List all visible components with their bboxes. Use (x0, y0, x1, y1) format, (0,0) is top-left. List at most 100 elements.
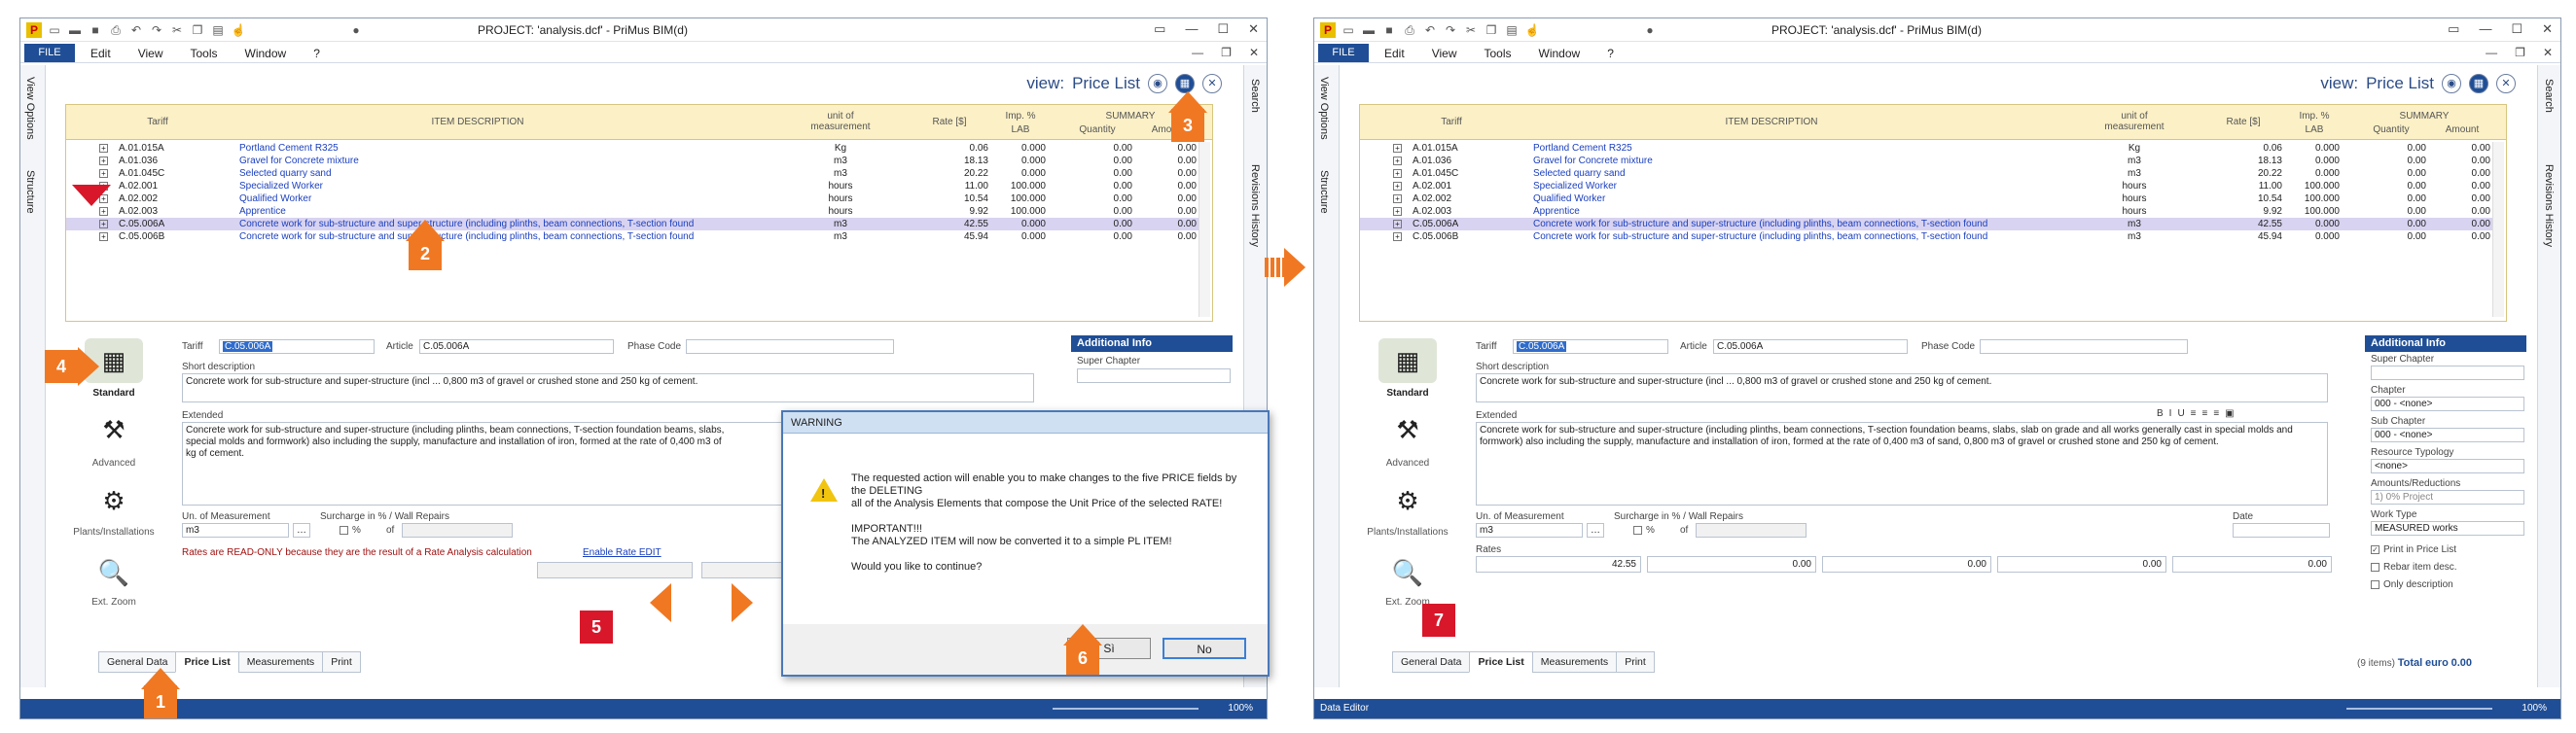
advanced-tools-icon[interactable]: ⚒ (85, 407, 143, 452)
touch-icon-2[interactable]: ☝ (1524, 22, 1540, 38)
col-quantity-2[interactable]: Quantity (2356, 124, 2426, 135)
menu-window[interactable]: Window (245, 47, 287, 60)
table-row[interactable]: + A.02.002 Qualified Worker hours 10.54 100.0… (66, 192, 1199, 205)
surcharge-input[interactable] (402, 523, 513, 538)
table-row[interactable]: + C.05.006A Concrete work for sub-structur… (1360, 218, 2492, 230)
phase-code-input[interactable] (686, 339, 894, 354)
col-description-2[interactable]: ITEM DESCRIPTION (1533, 117, 2010, 127)
tab-structure[interactable]: Structure (24, 170, 36, 214)
ext-zoom-icon[interactable]: 🔍 (85, 550, 143, 595)
short-description-input[interactable]: Concrete work for sub-structure and supe… (182, 373, 1034, 402)
user-icon[interactable]: ● (348, 22, 364, 38)
table-row[interactable]: + C.05.006B Concrete work for sub-structur… (1360, 230, 2492, 243)
file-menu-2[interactable]: FILE (1318, 44, 1369, 62)
menu-help-2[interactable]: ? (1607, 47, 1614, 60)
short-description-input-2[interactable]: Concrete work for sub-structure and supe… (1476, 373, 2328, 402)
cut-icon-2[interactable]: ✂ (1463, 22, 1479, 38)
tab-revisions-history[interactable]: Revisions History (1249, 164, 1261, 247)
print-icon[interactable]: ⎙ (108, 22, 124, 38)
plants-installations-icon-2[interactable]: ⚙ (1378, 478, 1437, 523)
date-input[interactable] (2233, 523, 2330, 538)
undo-icon-2[interactable]: ↶ (1422, 22, 1438, 38)
analysis-view-icon[interactable]: ▦ (1175, 74, 1195, 93)
mdi-close-icon-2[interactable]: ✕ (2543, 46, 2553, 59)
restore-icon[interactable]: ▭ (1154, 21, 1165, 37)
tab-measurements[interactable]: Measurements (237, 651, 324, 673)
eye-icon-2[interactable]: ◉ (2442, 74, 2461, 93)
tab-view-options[interactable]: View Options (24, 77, 36, 140)
redo-icon-2[interactable]: ↷ (1443, 22, 1458, 38)
table-row[interactable]: + A.01.045C Selected quarry sand m3 20.22 0.0… (66, 167, 1199, 180)
menu-view[interactable]: View (138, 47, 163, 60)
format-toolbar[interactable]: BIU≡≡≡▣ (2157, 408, 2240, 419)
col-description[interactable]: ITEM DESCRIPTION (239, 117, 716, 127)
table-row[interactable]: + A.02.001 Specialized Worker hours 11.00 100… (66, 180, 1199, 192)
paste-icon[interactable]: ▤ (210, 22, 226, 38)
mdi-minimize-icon-2[interactable]: — (2486, 46, 2497, 59)
tariff-input-2[interactable]: C.05.006A (1513, 339, 1668, 354)
expand-icon[interactable]: + (1393, 194, 1402, 203)
new-file-icon-2[interactable]: ▭ (1341, 22, 1356, 38)
file-menu[interactable]: FILE (24, 44, 75, 62)
table-row[interactable]: + A.02.003 Apprentice hours 9.92 100.000 0.00 0… (1360, 205, 2492, 218)
expand-icon[interactable]: + (1393, 144, 1402, 153)
table-row[interactable]: + A.02.002 Qualified Worker hours 10.54 100.0… (1360, 192, 2492, 205)
plants-installations-icon[interactable]: ⚙ (85, 478, 143, 523)
uom-select-2[interactable]: m3 (1476, 523, 1583, 538)
rate-field-3-edit[interactable]: 0.00 (1822, 556, 1991, 573)
user-icon-2[interactable]: ● (1642, 22, 1658, 38)
expand-icon[interactable]: + (1393, 182, 1402, 191)
work-type-select[interactable]: MEASURED works (2371, 521, 2524, 536)
wrench-icon[interactable]: ✕ (1202, 74, 1222, 93)
menu-window-2[interactable]: Window (1539, 47, 1581, 60)
ext-zoom-icon-2[interactable]: 🔍 (1378, 550, 1437, 595)
tab-general-data-2[interactable]: General Data (1392, 651, 1471, 673)
tab-view-options-2[interactable]: View Options (1318, 77, 1330, 140)
rate-field-1[interactable]: 42.55 (1476, 556, 1641, 573)
col-unit[interactable]: unit of measurement (802, 111, 879, 132)
surcharge-checkbox[interactable] (340, 525, 348, 535)
restore-icon-2[interactable]: ▭ (2448, 21, 2459, 37)
table-row[interactable]: + C.05.006A Concrete work for sub-structur… (66, 218, 1199, 230)
article-input[interactable]: C.05.006A (419, 339, 614, 354)
table-row[interactable]: + A.01.045C Selected quarry sand m3 20.22 0.0… (1360, 167, 2492, 180)
super-chapter-select[interactable] (1077, 368, 1231, 383)
print-icon-2[interactable]: ⎙ (1402, 22, 1417, 38)
tab-measurements-2[interactable]: Measurements (1531, 651, 1618, 673)
analysis-view-icon-2[interactable]: ▦ (2469, 74, 2488, 93)
save-icon-2[interactable]: ■ (1381, 22, 1397, 38)
open-folder-icon[interactable]: ▬ (67, 22, 83, 38)
surcharge-input-2[interactable] (1696, 523, 1807, 538)
resource-typology-select[interactable]: <none> (2371, 459, 2524, 473)
tab-price-list[interactable]: Price List (175, 651, 239, 673)
super-chapter-select-2[interactable] (2371, 366, 2524, 380)
print-in-price-list-checkbox[interactable]: ✓ (2371, 544, 2379, 554)
minimize-icon[interactable]: — (1185, 21, 1198, 37)
paste-icon-2[interactable]: ▤ (1504, 22, 1520, 38)
enable-rate-edit-link[interactable]: Enable Rate EDIT (583, 547, 662, 558)
article-input-2[interactable]: C.05.006A (1713, 339, 1908, 354)
rebar-desc-checkbox[interactable] (2371, 562, 2379, 572)
menu-edit-2[interactable]: Edit (1384, 47, 1405, 60)
minimize-icon-2[interactable]: — (2479, 21, 2491, 37)
only-description-checkbox[interactable] (2371, 579, 2379, 589)
zoom-slider[interactable] (1053, 708, 1199, 710)
rate-field-4-edit[interactable]: 0.00 (1997, 556, 2166, 573)
col-tariff[interactable]: Tariff (119, 117, 197, 127)
cut-icon[interactable]: ✂ (169, 22, 185, 38)
tab-search-2[interactable]: Search (2543, 79, 2555, 113)
col-unit-2[interactable]: unit of measurement (2095, 111, 2173, 132)
tab-print-2[interactable]: Print (1616, 651, 1655, 673)
col-imp[interactable]: Imp. % (995, 111, 1046, 122)
tariff-input[interactable]: C.05.006A (219, 339, 375, 354)
tab-structure-2[interactable]: Structure (1318, 170, 1330, 214)
table-row[interactable]: + A.01.015A Portland Cement R325 Kg 0.06 0.00… (66, 142, 1199, 155)
expand-icon[interactable]: + (99, 144, 108, 153)
advanced-tools-icon-2[interactable]: ⚒ (1378, 407, 1437, 452)
table-row[interactable]: + A.01.036 Gravel for Concrete mixture m3 18… (66, 155, 1199, 167)
open-folder-icon-2[interactable]: ▬ (1361, 22, 1377, 38)
expand-icon[interactable]: + (99, 157, 108, 165)
uom-more-button-2[interactable]: … (1587, 523, 1604, 538)
col-imp-2[interactable]: Imp. % (2289, 111, 2340, 122)
col-rate[interactable]: Rate [$] (911, 117, 988, 127)
